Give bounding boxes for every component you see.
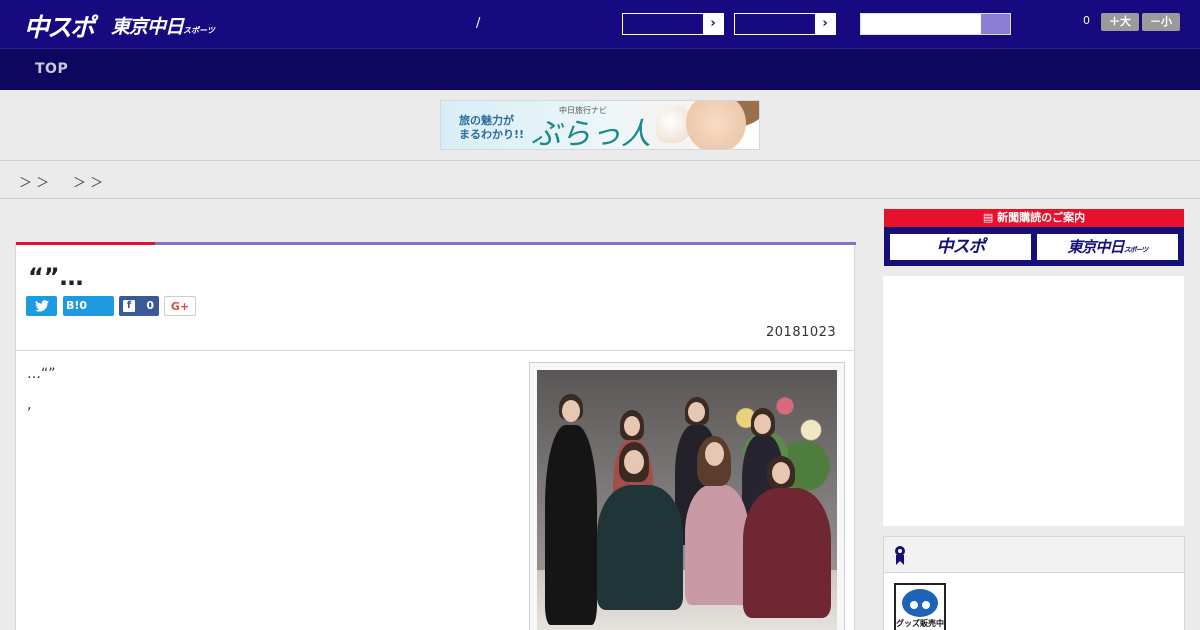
ribbon-icon bbox=[895, 546, 905, 565]
photo-person bbox=[545, 425, 597, 625]
photo-person-head bbox=[688, 402, 705, 422]
facebook-count: 0 bbox=[146, 299, 154, 312]
card-accent-bar-red bbox=[16, 242, 155, 245]
google-plus-button[interactable]: G+ bbox=[164, 296, 196, 316]
google-plus-icon: G+ bbox=[170, 300, 190, 313]
font-smaller-button[interactable]: －小 bbox=[1142, 13, 1180, 31]
article-photo-frame bbox=[529, 362, 845, 630]
mascot-eye bbox=[910, 601, 918, 609]
sidebar-ad-slot[interactable] bbox=[883, 276, 1184, 526]
twitter-share-button[interactable] bbox=[26, 296, 57, 316]
twitter-icon bbox=[34, 300, 49, 312]
dragons-mascot-icon bbox=[902, 589, 938, 617]
font-bigger-button[interactable]: ＋大 bbox=[1101, 13, 1139, 31]
photo-person bbox=[597, 485, 683, 610]
photo-person-head bbox=[562, 400, 580, 422]
facebook-share-button[interactable]: f 0 bbox=[119, 296, 159, 316]
goods-label: グッズ販売中 bbox=[896, 619, 944, 628]
font-size-value: 0 bbox=[1083, 14, 1090, 27]
article-divider bbox=[16, 350, 854, 351]
article-photo[interactable] bbox=[537, 370, 837, 630]
photo-person-head bbox=[754, 414, 771, 434]
subscribe-tokyo-chunichi-sub: スポーツ bbox=[1123, 246, 1149, 254]
newspaper-icon: ▤ bbox=[982, 211, 998, 224]
site-header: 中スポ 東京中日スポーツ / › › 0 ＋大 －小 bbox=[0, 0, 1200, 48]
banner-brand: ぶらっ人 bbox=[531, 117, 651, 150]
article-card: “”… B!0 f 0 G+ 20181023 …“” , bbox=[15, 242, 856, 630]
chevron-right-icon[interactable]: › bbox=[703, 14, 723, 34]
chuspo-logo[interactable]: 中スポ bbox=[24, 8, 95, 44]
article-date: 20181023 bbox=[766, 325, 837, 340]
mascot-eye bbox=[922, 601, 930, 609]
breadcrumb-separator: ＞ ＞ bbox=[19, 176, 50, 191]
photo-person-head bbox=[624, 450, 644, 474]
article-title: “”… bbox=[28, 263, 84, 291]
travel-banner-ad[interactable]: 旅の魅力が まるわかり!! 中日旅行ナビ ぶらっ人 bbox=[440, 100, 760, 150]
global-nav: TOP bbox=[0, 48, 1200, 90]
hatena-bookmark-button[interactable]: B!0 bbox=[63, 296, 114, 316]
header-separator: / bbox=[476, 16, 481, 31]
nav-item-top[interactable]: TOP bbox=[35, 61, 68, 77]
tokyo-chunichi-logo[interactable]: 東京中日スポーツ bbox=[111, 12, 215, 39]
photo-person-head bbox=[624, 416, 640, 436]
chevron-right-icon[interactable]: › bbox=[815, 14, 835, 34]
photo-person bbox=[743, 488, 831, 618]
subscribe-tokyo-chunichi-button[interactable]: 東京中日スポーツ bbox=[1036, 233, 1179, 261]
article-body-line-2: , bbox=[27, 397, 32, 413]
header-select-1[interactable]: › bbox=[622, 13, 724, 35]
facebook-icon: f bbox=[123, 300, 135, 312]
photo-person bbox=[685, 485, 749, 605]
search-input[interactable] bbox=[860, 13, 1011, 35]
banner-line-2: まるわかり!! bbox=[459, 128, 525, 141]
photo-person-head bbox=[772, 462, 790, 484]
subscribe-tokyo-chunichi-text: 東京中日 bbox=[1067, 238, 1125, 256]
subscription-header[interactable]: ▤ 新聞購読のご案内 bbox=[884, 209, 1184, 227]
goods-shop-link[interactable]: グッズ販売中 bbox=[894, 583, 946, 630]
search-button[interactable] bbox=[981, 14, 1010, 34]
tokyo-chunichi-logo-text: 東京中日 bbox=[111, 16, 184, 38]
article-body-line-1: …“” bbox=[27, 366, 56, 382]
banner-model-image bbox=[686, 101, 746, 149]
tokyo-chunichi-logo-sub: スポーツ bbox=[183, 26, 215, 35]
hatena-icon: B! bbox=[66, 299, 80, 312]
ranking-box-header bbox=[884, 537, 1184, 573]
hatena-count: 0 bbox=[79, 299, 88, 312]
photo-person-head bbox=[705, 442, 724, 466]
ranking-box: グッズ販売中 bbox=[883, 536, 1185, 630]
header-select-2[interactable]: › bbox=[734, 13, 836, 35]
breadcrumb-separator: ＞ ＞ bbox=[73, 176, 104, 191]
subscription-header-text: 新聞購読のご案内 bbox=[997, 211, 1086, 224]
breadcrumb: ＞ ＞ ＞ ＞ bbox=[0, 160, 1200, 199]
subscribe-chuspo-button[interactable]: 中スポ bbox=[889, 233, 1032, 261]
